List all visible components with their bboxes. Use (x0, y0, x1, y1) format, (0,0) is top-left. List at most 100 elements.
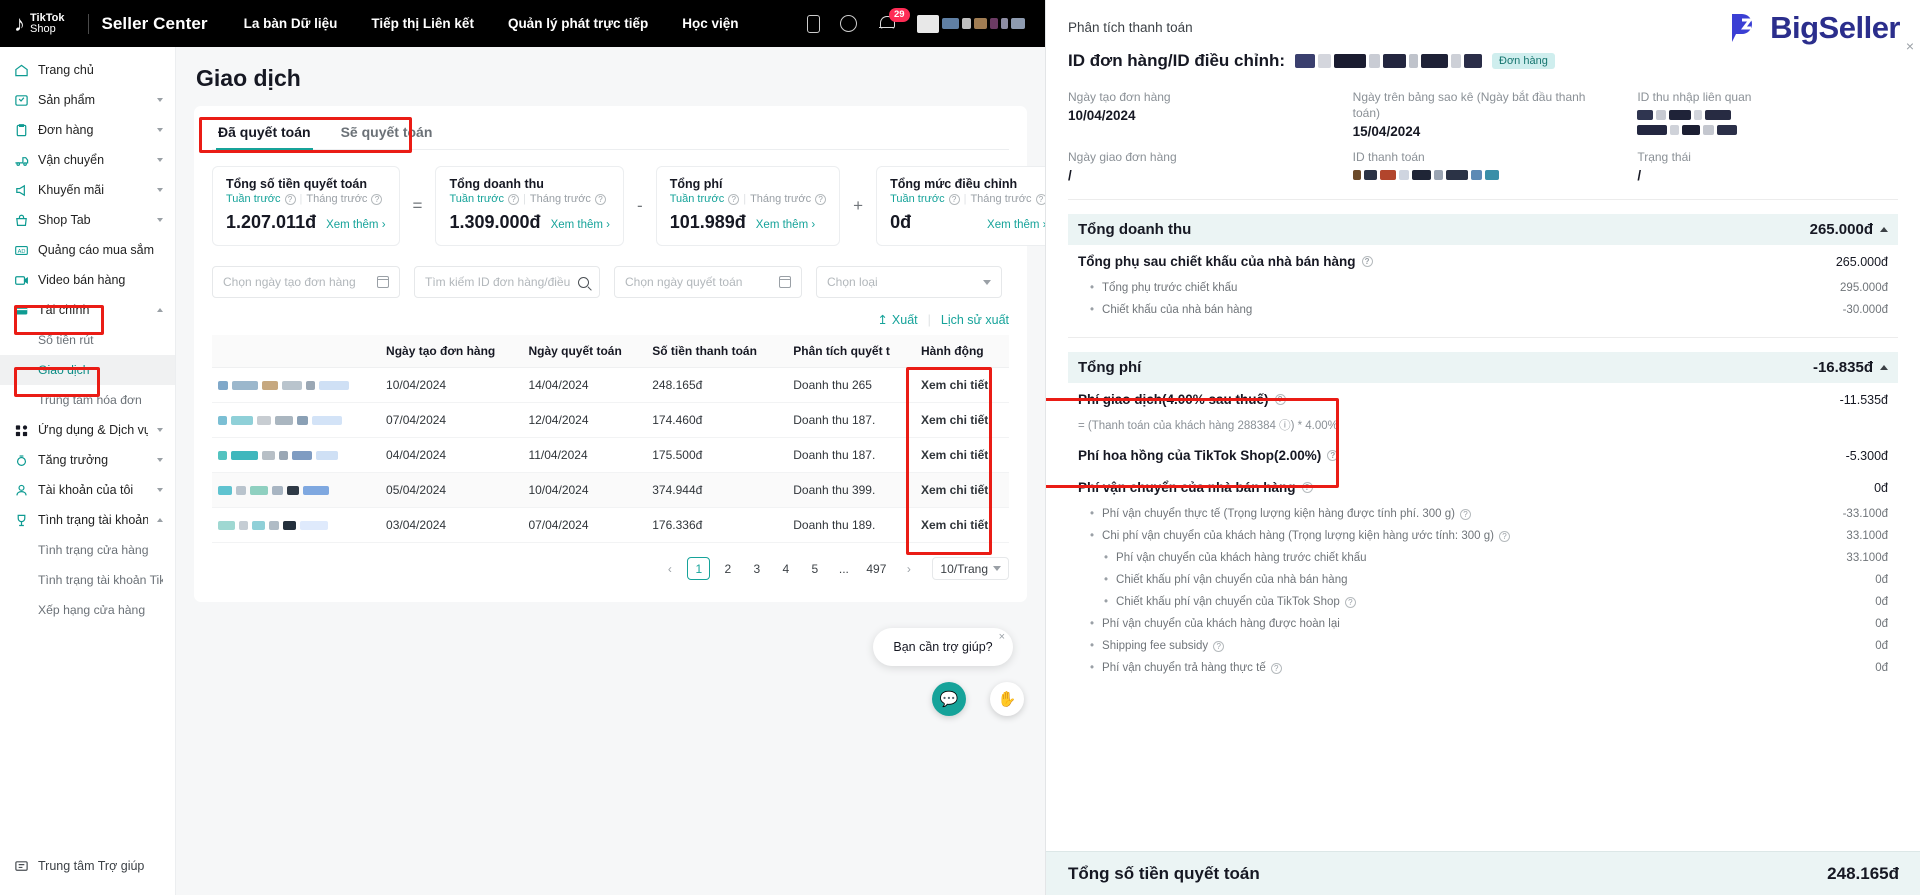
sidebar-item-withdrawals[interactable]: Số tiền rút (0, 325, 175, 355)
help-icon[interactable]: ? (815, 193, 827, 205)
page-button-1[interactable]: 1 (687, 557, 711, 580)
help-icon[interactable]: ? (1301, 482, 1313, 493)
search-input[interactable]: Tìm kiếm ID đơn hàng/điều c... (414, 266, 600, 298)
export-history-button[interactable]: Lịch sử xuất (941, 313, 1009, 327)
notifications-bell-icon[interactable]: 29 (877, 7, 910, 34)
last-week-label[interactable]: Tuần trước (890, 193, 945, 205)
help-icon[interactable]: ? (284, 193, 296, 205)
sidebar-item-shop-health[interactable]: Tình trạng cửa hàng (0, 535, 175, 565)
section-total-revenue[interactable]: Tổng doanh thu 265.000đ (1068, 214, 1898, 245)
chat-help-bubble[interactable]: Bạn cần trợ giúp? × (873, 628, 1013, 666)
user-avatar[interactable] (917, 14, 1025, 33)
table-row[interactable]: 03/04/2024 07/04/2024 176.336đ Doanh thu… (212, 507, 1009, 543)
view-detail-link[interactable]: Xem chi tiết (914, 472, 1009, 508)
last-week-label[interactable]: Tuần trước (670, 193, 725, 205)
table-row[interactable]: 04/04/2024 11/04/2024 175.500đ Doanh thu… (212, 437, 1009, 473)
sidebar-item-account-health[interactable]: Tình trạng tài khoản (0, 505, 175, 535)
sidebar-item-invoice-center[interactable]: Trung tâm hóa đơn (0, 385, 175, 415)
help-icon[interactable]: ? (594, 193, 606, 205)
help-icon[interactable]: ? (1459, 508, 1471, 520)
export-actions: ↥ Xuất | Lịch sử xuất (212, 312, 1009, 328)
help-icon[interactable]: ? (508, 193, 520, 205)
close-icon[interactable]: × (1906, 38, 1914, 54)
help-icon[interactable]: ? (1327, 450, 1339, 461)
help-icon[interactable]: ? (1035, 193, 1045, 205)
help-icon[interactable]: ? (1270, 662, 1282, 674)
tab-settled[interactable]: Đã quyết toán (216, 120, 313, 150)
help-icon[interactable]: ? (1498, 530, 1510, 542)
sidebar-item-orders[interactable]: Đơn hàng (0, 115, 175, 145)
sidebar-item-home[interactable]: Trang chủ (0, 55, 175, 85)
section-total-fees[interactable]: Tổng phí -16.835đ (1068, 352, 1898, 383)
chat-button[interactable]: 💬 (932, 682, 966, 716)
type-select[interactable]: Chọn loại (816, 266, 1002, 298)
nav-link-academy[interactable]: Học viện (682, 16, 738, 31)
sidebar-label: Tài khoản của tôi (38, 483, 134, 497)
help-icon[interactable]: ? (371, 193, 383, 205)
page-button-2[interactable]: 2 (716, 557, 739, 580)
last-month-label[interactable]: Tháng trước (530, 193, 591, 205)
help-icon[interactable]: ? (1274, 394, 1286, 405)
tab-to-be-settled[interactable]: Sẽ quyết toán (339, 120, 435, 149)
sidebar-item-transactions[interactable]: Giao dịch (0, 355, 175, 385)
sidebar-item-finance[interactable]: Tài chính (0, 295, 175, 325)
per-page-select[interactable]: 10/Trang (932, 557, 1009, 580)
view-more-link[interactable]: Xem thêm › (551, 219, 610, 231)
chevron-down-icon (157, 218, 163, 222)
help-icon[interactable]: ? (1361, 256, 1373, 267)
sidebar-item-growth[interactable]: Tăng trưởng (0, 445, 175, 475)
order-date-filter[interactable]: Chọn ngày tạo đơn hàng (212, 266, 400, 298)
sidebar-item-my-account[interactable]: Tài khoản của tôi (0, 475, 175, 505)
view-more-link[interactable]: Xem thêm › (756, 219, 815, 231)
table-row[interactable]: 05/04/2024 10/04/2024 374.944đ Doanh thu… (212, 472, 1009, 508)
last-month-label[interactable]: Tháng trước (306, 193, 367, 205)
sidebar-item-promotions[interactable]: Khuyến mãi (0, 175, 175, 205)
page-button-last[interactable]: 497 (861, 557, 891, 580)
sidebar-item-help-center[interactable]: Trung tâm Trợ giúp (0, 851, 175, 881)
help-icon[interactable]: ? (1213, 640, 1225, 652)
last-month-label[interactable]: Tháng trước (750, 193, 811, 205)
settlement-date-filter[interactable]: Chọn ngày quyết toán (614, 266, 802, 298)
prev-page-button[interactable]: ‹ (658, 557, 681, 580)
close-icon[interactable]: × (999, 631, 1005, 643)
next-page-button[interactable]: › (897, 557, 920, 580)
nav-link-affiliate[interactable]: Tiếp thị Liên kết (371, 16, 474, 31)
view-detail-link[interactable]: Xem chi tiết (914, 437, 1009, 473)
chevron-up-icon[interactable] (1880, 227, 1888, 232)
export-button[interactable]: ↥ Xuất (877, 312, 917, 327)
assistant-button[interactable]: ✋ (990, 682, 1024, 716)
help-icon[interactable]: ? (1344, 596, 1356, 608)
sidebar-item-tiktok-account-health[interactable]: Tình trạng tài khoản Tik... (0, 565, 175, 595)
view-detail-link[interactable]: Xem chi tiết (914, 402, 1009, 438)
last-month-label[interactable]: Tháng trước (970, 193, 1031, 205)
page-button-3[interactable]: 3 (745, 557, 768, 580)
last-week-label[interactable]: Tuần trước (449, 193, 504, 205)
help-icon[interactable]: ? (948, 193, 960, 205)
sidebar-item-shop-ranking[interactable]: Xếp hạng cửa hàng (0, 595, 175, 625)
sidebar-item-apps-services[interactable]: Ứng dụng & Dịch vụ (0, 415, 175, 445)
help-icon[interactable]: ? (728, 193, 740, 205)
sidebar-item-shipping[interactable]: Vận chuyển (0, 145, 175, 175)
mobile-app-icon[interactable] (807, 14, 820, 33)
nav-link-data-compass[interactable]: La bàn Dữ liệu (244, 16, 338, 31)
view-detail-link[interactable]: Xem chi tiết (914, 367, 1009, 403)
view-more-link[interactable]: Xem thêm › (326, 219, 385, 231)
tiktok-shop-logo[interactable]: ♪ TikTok Shop (14, 12, 76, 35)
history-icon[interactable] (840, 15, 857, 32)
nav-link-live[interactable]: Quản lý phát trực tiếp (508, 16, 648, 31)
health-icon (14, 513, 29, 528)
table-row[interactable]: 07/04/2024 12/04/2024 174.460đ Doanh thu… (212, 402, 1009, 438)
page-button-4[interactable]: 4 (774, 557, 797, 580)
sidebar-item-products[interactable]: Sản phẩm (0, 85, 175, 115)
table-row[interactable]: 10/04/2024 14/04/2024 248.165đ Doanh thu… (212, 367, 1009, 403)
video-icon (14, 273, 29, 288)
sidebar-item-video[interactable]: Video bán hàng (0, 265, 175, 295)
page-button-5[interactable]: 5 (803, 557, 826, 580)
chevron-up-icon[interactable] (1880, 365, 1888, 370)
sidebar-item-shop-tab[interactable]: Shop Tab (0, 205, 175, 235)
total-label: Tổng số tiền quyết toán (1068, 863, 1260, 883)
last-week-label[interactable]: Tuần trước (226, 193, 281, 205)
view-more-link[interactable]: Xem thêm › (987, 219, 1045, 231)
view-detail-link[interactable]: Xem chi tiết (914, 507, 1009, 543)
sidebar-item-ads[interactable]: AD Quảng cáo mua sắm (0, 235, 175, 265)
